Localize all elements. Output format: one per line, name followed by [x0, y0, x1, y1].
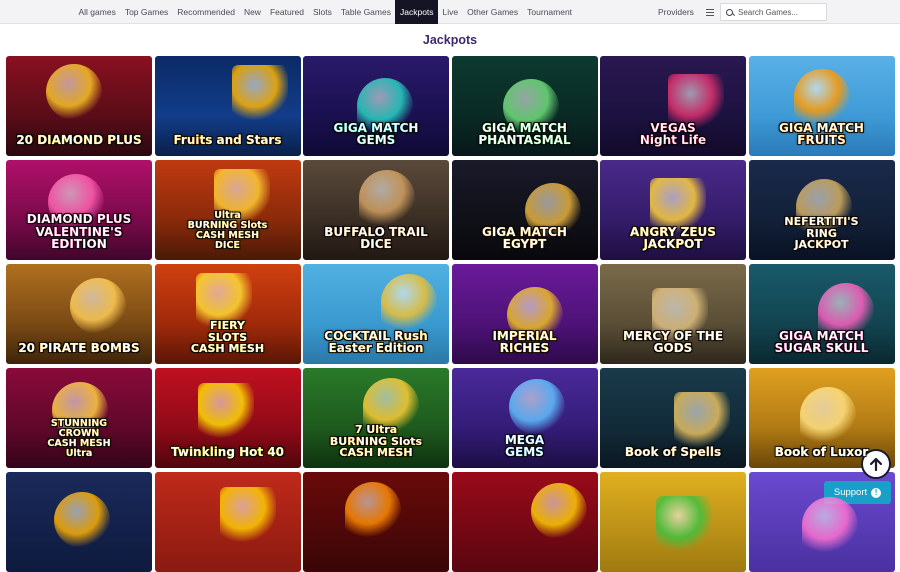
game-artwork	[674, 392, 730, 448]
game-tile[interactable]: GIGA MATCH SUGAR SKULL	[748, 264, 895, 364]
nav-item-other-games[interactable]: Other Games	[463, 0, 523, 24]
game-artwork	[197, 383, 254, 439]
game-title	[155, 563, 301, 572]
game-title: 20 PIRATE BOMBS	[18, 341, 140, 356]
game-title: Book of Spells	[624, 445, 722, 460]
game-tile[interactable]: MERCY OF THE GODS	[600, 264, 746, 364]
game-artwork	[793, 69, 850, 125]
game-title: COCKTAIL Rush Easter Edition	[324, 328, 428, 356]
nav-item-live[interactable]: Live	[438, 0, 463, 24]
game-artwork	[70, 278, 126, 334]
game-tile[interactable]	[303, 472, 449, 572]
game-tile[interactable]: Twinkling Hot 40	[154, 368, 301, 468]
game-title: Twinkling Hot 40	[170, 445, 285, 460]
support-label[interactable]: Support	[834, 487, 867, 498]
game-tile[interactable]: STUNNING CROWN CASH MESH Ultra	[6, 368, 152, 468]
nav-item-featured[interactable]: Featured	[265, 0, 308, 24]
menu-icon[interactable]	[705, 8, 714, 16]
game-tile[interactable]	[154, 472, 301, 572]
nav-item-top-games[interactable]: Top Games	[120, 0, 172, 24]
game-tile[interactable]: GIGA MATCH FRUITS	[748, 56, 895, 156]
game-title: BUFFALO TRAIL DICE	[324, 224, 428, 252]
game-tile[interactable]: ANGRY ZEUS JACKPOT	[600, 160, 746, 260]
search-box[interactable]	[720, 3, 827, 21]
game-tile[interactable]: Book of Luxor	[748, 368, 895, 468]
nav-item-jackpots[interactable]: Jackpots	[395, 0, 439, 24]
game-title: ANGRY ZEUS JACKPOT	[630, 224, 716, 252]
game-title: Ultra BURNING Slots CASH MESH DICE	[187, 210, 268, 252]
game-title: STUNNING CROWN CASH MESH Ultra	[47, 418, 111, 460]
game-tile[interactable]: GIGA MATCH PHANTASMAL	[451, 56, 598, 156]
game-title	[303, 563, 449, 572]
game-tile[interactable]: Book of Spells	[600, 368, 746, 468]
top-navigation-bar: All games Top Games Recommended New Featured…	[0, 0, 900, 24]
game-title: Book of Luxor	[774, 445, 869, 460]
game-title: GIGA MATCH EGYPT	[482, 224, 567, 252]
game-tile[interactable]: VEGAS Night Life	[600, 56, 746, 156]
games-grid: 20 DIAMOND PLUS Fruits and Stars GIGA MATC…	[6, 56, 895, 572]
game-title	[600, 563, 746, 572]
game-artwork	[46, 64, 102, 120]
game-title: DIAMOND PLUS VALENTINE'S EDITION	[26, 212, 132, 252]
game-artwork	[508, 379, 565, 435]
providers-label[interactable]: Providers	[658, 0, 694, 24]
game-tile[interactable]: Ultra BURNING Slots CASH MESH DICE	[154, 160, 301, 260]
search-icon	[726, 8, 733, 16]
nav-item-tournament[interactable]: Tournament	[523, 0, 577, 24]
game-title: GIGA MATCH FRUITS	[779, 120, 864, 148]
support-info-icon: !	[871, 487, 882, 498]
game-title: 20 DIAMOND PLUS	[16, 133, 142, 148]
game-tile[interactable]	[451, 472, 598, 572]
game-title: GIGA MATCH PHANTASMAL	[478, 120, 571, 148]
game-tile[interactable]: COCKTAIL Rush Easter Edition	[303, 264, 449, 364]
game-tile[interactable]: GIGA MATCH EGYPT	[451, 160, 598, 260]
section-title: Jackpots	[422, 33, 478, 47]
game-title: MERCY OF THE GODS	[622, 328, 724, 356]
nav-item-table-games[interactable]: Table Games	[336, 0, 395, 24]
game-artwork	[345, 482, 401, 538]
game-artwork	[54, 492, 110, 548]
category-nav: All games Top Games Recommended New Featured…	[74, 0, 577, 24]
game-title	[6, 563, 152, 572]
game-artwork	[799, 387, 856, 443]
game-artwork	[219, 487, 276, 543]
game-tile[interactable]: IMPERIAL RICHES	[451, 264, 598, 364]
search-input[interactable]	[738, 7, 826, 17]
providers-dropdown[interactable]: Providers	[658, 0, 714, 24]
game-artwork	[381, 274, 437, 330]
nav-item-slots[interactable]: Slots	[308, 0, 336, 24]
game-tile[interactable]: NEFERTITI'S RING JACKPOT	[748, 160, 895, 260]
game-title: GIGA MATCH SUGAR SKULL	[774, 328, 869, 356]
game-tile[interactable]: BUFFALO TRAIL DICE	[303, 160, 449, 260]
nav-item-recommended[interactable]: Recommended	[173, 0, 240, 24]
game-title: IMPERIAL RICHES	[492, 328, 557, 356]
game-artwork	[231, 65, 288, 121]
game-title: MEGA GEMS	[504, 432, 545, 460]
game-title	[452, 563, 598, 572]
game-artwork	[530, 483, 587, 539]
game-tile[interactable]	[600, 472, 746, 572]
game-tile[interactable]: DIAMOND PLUS VALENTINE'S EDITION	[6, 160, 152, 260]
game-tile[interactable]: FIERY SLOTS CASH MESH	[154, 264, 301, 364]
game-title: FIERY SLOTS CASH MESH	[190, 319, 265, 356]
game-title: NEFERTITI'S RING JACKPOT	[784, 215, 859, 252]
game-title	[749, 563, 895, 572]
game-tile[interactable]: Fruits and Stars	[154, 56, 301, 156]
game-tile[interactable]: 20 DIAMOND PLUS	[6, 56, 152, 156]
game-artwork	[656, 496, 712, 552]
game-title: VEGAS Night Life	[639, 120, 707, 148]
game-artwork	[359, 170, 415, 226]
nav-item-all-games[interactable]: All games	[74, 0, 120, 24]
nav-item-new[interactable]: New	[239, 0, 265, 24]
game-tile[interactable]	[6, 472, 152, 572]
game-artwork	[801, 497, 858, 553]
game-title: GIGA MATCH GEMS	[333, 120, 419, 148]
game-tile[interactable]: 20 PIRATE BOMBS	[6, 264, 152, 364]
game-title: 7 Ultra BURNING Slots CASH MESH	[329, 423, 423, 460]
game-title: Fruits and Stars	[173, 133, 282, 148]
game-tile[interactable]: MEGA GEMS	[451, 368, 598, 468]
game-tile[interactable]: 7 Ultra BURNING Slots CASH MESH	[303, 368, 449, 468]
game-tile[interactable]: GIGA MATCH GEMS	[303, 56, 449, 156]
